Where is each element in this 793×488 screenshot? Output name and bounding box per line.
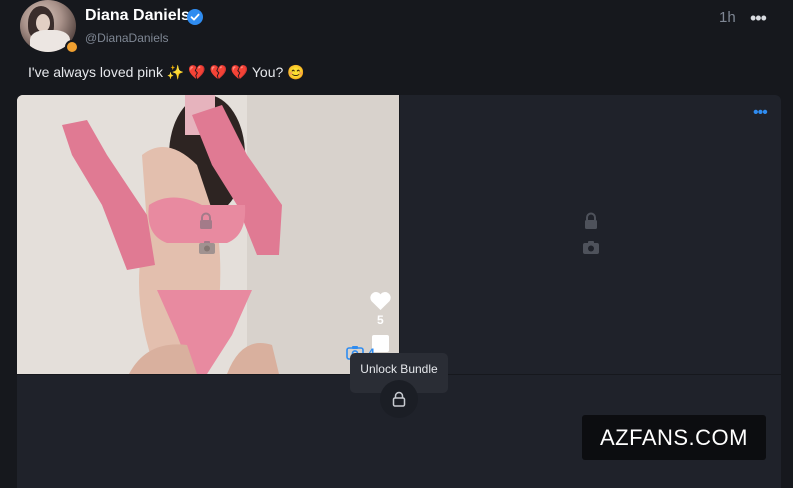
author-name[interactable]: Diana Daniels bbox=[85, 7, 190, 25]
unlock-bundle-button[interactable] bbox=[380, 380, 418, 418]
lock-icon bbox=[200, 212, 212, 229]
verified-badge-icon bbox=[187, 9, 203, 25]
like-heart-icon[interactable] bbox=[369, 291, 392, 311]
author-handle[interactable]: @DianaDaniels bbox=[85, 31, 169, 45]
locked-content-lock-icon bbox=[585, 212, 597, 229]
unlock-lock-icon bbox=[392, 391, 406, 407]
photo-illustration bbox=[17, 95, 399, 374]
avatar-body bbox=[30, 30, 70, 52]
post-caption: I've always loved pink ✨ 💔 💔 💔 You? 😊 bbox=[28, 64, 305, 80]
watermark: AZFANS.COM bbox=[582, 415, 766, 460]
locked-content-camera-icon bbox=[583, 241, 599, 254]
online-status-dot bbox=[65, 40, 79, 54]
camera-icon bbox=[199, 241, 215, 254]
more-options-icon[interactable]: ••• bbox=[750, 8, 767, 29]
media-preview-image[interactable] bbox=[17, 95, 399, 374]
media-more-icon[interactable]: ••• bbox=[753, 104, 768, 122]
like-count: 5 bbox=[377, 313, 384, 327]
locked-media-panel[interactable] bbox=[400, 95, 781, 374]
post-time: 1h bbox=[719, 9, 736, 26]
